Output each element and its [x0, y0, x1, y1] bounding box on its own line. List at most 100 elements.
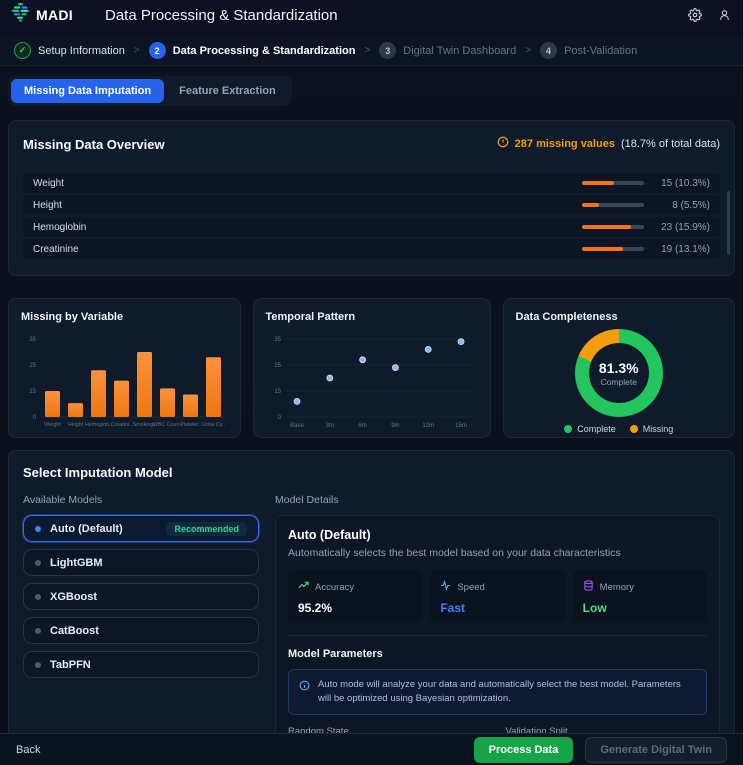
gear-icon: [688, 8, 702, 22]
stepper-item-data-processing-standardization[interactable]: 2 Data Processing & Standardization: [149, 42, 356, 59]
back-button[interactable]: Back: [16, 744, 40, 756]
legend-label: Missing: [643, 424, 674, 434]
settings-button[interactable]: [688, 8, 702, 22]
tab-missing-data-imputation[interactable]: Missing Data Imputation: [11, 79, 164, 103]
scatter-chart-title: Temporal Pattern: [266, 311, 478, 323]
model-option-catboost[interactable]: CatBoost: [23, 617, 259, 644]
stat-speed: Speed Fast: [430, 570, 564, 623]
missing-data-overview-card: Missing Data Overview 287 missing values…: [8, 120, 735, 276]
user-icon: [718, 8, 731, 22]
model-section-title: Select Imputation Model: [23, 465, 720, 480]
step-label: Data Processing & Standardization: [173, 45, 356, 57]
svg-text:Platelet..: Platelet..: [180, 422, 201, 428]
missing-row-label: Hemoglobin: [33, 222, 86, 233]
missing-row-label: Weight: [33, 178, 64, 189]
model-option-label: TabPFN: [50, 659, 91, 671]
warning-icon: [497, 135, 509, 153]
svg-text:15: 15: [274, 389, 281, 395]
model-option-label: Auto (Default): [50, 523, 123, 535]
stat-value: Fast: [440, 601, 554, 615]
completeness-value: 81.3%: [599, 360, 639, 376]
svg-text:25: 25: [274, 363, 281, 369]
stat-value: 95.2%: [298, 601, 412, 615]
svg-text:9m: 9m: [391, 423, 399, 429]
madi-logo-icon: [12, 3, 29, 27]
model-option-lightgbm[interactable]: LightGBM: [23, 549, 259, 576]
step-label: Post-Validation: [564, 45, 637, 57]
missing-by-variable-card: Missing by Variable 3525150WeightHeightH…: [8, 298, 241, 438]
donut-chart-title: Data Completeness: [516, 311, 723, 323]
complete-dot-icon: [564, 425, 572, 433]
radio-dot-icon: [35, 594, 41, 600]
missing-row-creatinine: Creatinine19 (13.1%): [23, 239, 720, 259]
activity-icon: [440, 578, 451, 596]
data-completeness-card: Data Completeness 81.3% Complete Complet…: [503, 298, 736, 438]
model-list: Auto (Default)Recommended LightGBM XGBoost…: [23, 515, 259, 678]
available-models-label: Available Models: [23, 494, 259, 506]
missing-bar-fill: [582, 225, 631, 229]
scatter-chart: 3525150Base3m6m9m12m15m: [266, 327, 478, 439]
generate-digital-twin-button[interactable]: Generate Digital Twin: [585, 737, 727, 763]
svg-text:Hemoglob..: Hemoglob..: [85, 422, 112, 428]
model-details-panel: Auto (Default) Automatically selects the…: [275, 515, 720, 765]
missing-row-weight: Weight 15 (10.3%): [23, 173, 720, 193]
missing-bar-track: [582, 181, 644, 185]
missing-bar-fill: [582, 247, 623, 251]
missing-row-meter: 23 (15.9%): [582, 222, 710, 233]
check-icon: ✓: [14, 42, 31, 59]
account-button[interactable]: [718, 8, 731, 22]
radio-dot-icon: [35, 526, 41, 532]
legend-item-complete: Complete: [564, 424, 616, 434]
model-option-tabpfn[interactable]: TabPFN: [23, 651, 259, 678]
model-parameters-title: Model Parameters: [288, 648, 707, 660]
donut-chart: 81.3% Complete: [575, 329, 663, 417]
svg-text:Weight: Weight: [44, 422, 61, 428]
svg-text:Base: Base: [290, 423, 304, 429]
process-data-button[interactable]: Process Data: [474, 737, 574, 763]
stepper-item-post-validation[interactable]: 4 Post-Validation: [540, 42, 637, 59]
step-label: Setup Information: [38, 45, 125, 57]
chevron-right-icon: >: [525, 45, 531, 56]
missing-bar-fill: [582, 203, 599, 207]
app-header: MADI Data Processing & Standardization: [0, 0, 743, 30]
missing-values-count: 287 missing values: [515, 138, 615, 150]
bar-chart: 3525150WeightHeightHemoglob..Creatini..S…: [21, 327, 227, 439]
svg-text:15m: 15m: [455, 423, 467, 429]
svg-text:0: 0: [33, 415, 37, 421]
model-option-label: XGBoost: [50, 591, 97, 603]
step-number: 3: [379, 42, 396, 59]
selected-model-description: Automatically selects the best model bas…: [288, 547, 707, 559]
chevron-right-icon: >: [134, 45, 140, 56]
stat-value: Low: [583, 601, 697, 615]
missing-row-label: Height: [33, 200, 62, 211]
bar-chart-title: Missing by Variable: [21, 311, 228, 323]
missing-bar-track: [582, 225, 644, 229]
model-option-auto-default[interactable]: Auto (Default)Recommended: [23, 515, 259, 542]
tab-feature-extraction[interactable]: Feature Extraction: [166, 79, 289, 103]
chevron-right-icon: >: [364, 45, 370, 56]
radio-dot-icon: [35, 662, 41, 668]
step-number: 4: [540, 42, 557, 59]
stepper-item-setup-information[interactable]: ✓ Setup Information: [14, 42, 125, 59]
stepper: ✓ Setup Information >2 Data Processing & St…: [0, 36, 743, 66]
missing-row-value: 15 (10.3%): [652, 178, 710, 189]
charts-row: Missing by Variable 3525150WeightHeightH…: [8, 298, 735, 438]
selected-model-name: Auto (Default): [288, 528, 707, 542]
missing-row-meter: 15 (10.3%): [582, 178, 710, 189]
tab-bar: Missing Data ImputationFeature Extractio…: [8, 76, 292, 106]
svg-text:Creatini..: Creatini..: [111, 422, 132, 428]
missing-bar-fill: [582, 181, 614, 185]
model-option-xgboost[interactable]: XGBoost: [23, 583, 259, 610]
overview-scrollbar[interactable]: [727, 191, 730, 255]
missing-bar-track: [582, 203, 644, 207]
missing-bar-track: [582, 247, 644, 251]
missing-row-meter: 8 (5.5%): [582, 200, 710, 211]
step-number: 2: [149, 42, 166, 59]
model-option-label: LightGBM: [50, 557, 103, 569]
overview-rows: Weight 15 (10.3%) Height 8 (5.5%) Hemoglobin…: [23, 173, 720, 259]
missing-dot-icon: [630, 425, 638, 433]
stepper-item-digital-twin-dashboard[interactable]: 3Digital Twin Dashboard: [379, 42, 516, 59]
svg-text:Urine Cy..: Urine Cy..: [202, 422, 225, 428]
page-title: Data Processing & Standardization: [105, 7, 338, 24]
svg-text:25: 25: [29, 363, 36, 369]
